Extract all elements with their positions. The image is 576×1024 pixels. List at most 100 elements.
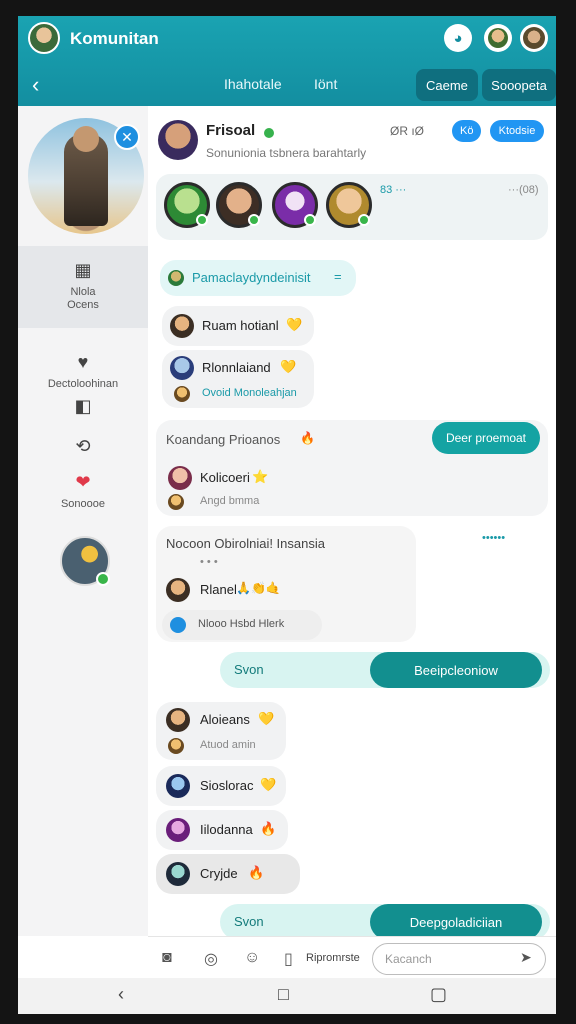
avatar	[168, 466, 192, 490]
avatar	[166, 818, 190, 842]
post-title: Nocoon Obirolniai! Insansia	[166, 536, 325, 551]
caeme-button[interactable]: Caeme	[416, 69, 478, 101]
apps-icon: ◧	[74, 396, 92, 416]
chat-subtitle: Sonunionia tsbnera barahtarly	[206, 146, 367, 160]
avatar	[168, 494, 184, 510]
heart-icon: ♥	[77, 352, 89, 372]
post-dots: • • •	[200, 556, 218, 568]
avatar	[166, 774, 190, 798]
reply-label: Svon	[234, 662, 264, 677]
message-text: Ruam hotianl	[202, 318, 279, 333]
reply-send-button[interactable]: Deepgoladiciian	[370, 904, 542, 940]
member-avatar[interactable]	[326, 182, 372, 228]
sidebar-item-label: Sonoooe	[60, 498, 106, 510]
sidebar-item-label: Nlola Ocens	[67, 286, 99, 311]
message-text: Aloieans	[200, 712, 250, 727]
tab-ihahotale[interactable]: Ihahotale	[224, 76, 282, 92]
message-text: Sioslorac	[200, 778, 254, 793]
fire-emoji: 🔥	[300, 431, 315, 445]
recents-nav-icon[interactable]: ▢	[430, 984, 447, 1005]
online-indicator	[358, 214, 370, 226]
calendar-icon: ▦	[74, 260, 92, 280]
device-frame: Komunitan ◕ ‹ Ihahotale Iönt Caeme Sooop…	[18, 16, 556, 1014]
reaction-emojis: 🙏👏🤙	[236, 581, 281, 595]
app-bar-top-row: Komunitan ◕	[18, 16, 556, 60]
post-name: Rlanel	[200, 582, 237, 597]
chat-meta: ØR ıØ	[390, 124, 425, 138]
link-icon	[170, 617, 186, 633]
send-icon[interactable]: ➤	[520, 949, 532, 966]
sticker-icon[interactable]: ◎	[204, 949, 218, 969]
sidebar-item-apps[interactable]: ◧	[18, 396, 148, 422]
chat-avatar[interactable]	[158, 120, 198, 160]
card-title: Koandang Prioanos	[166, 432, 281, 447]
message-bubble[interactable]: Iilodanna 🔥	[156, 810, 288, 850]
back-chevron-icon[interactable]: ‹	[32, 72, 39, 98]
avatar	[170, 356, 194, 380]
online-indicator	[304, 214, 316, 226]
heart-red-icon: ❤	[75, 472, 91, 492]
star-emoji: ⭐	[252, 469, 269, 484]
message-text: Cryjde	[200, 866, 238, 881]
members-meta: 83 ···	[380, 184, 407, 196]
camera-icon[interactable]: ◙	[162, 949, 172, 967]
avatar	[168, 738, 184, 754]
avatar	[166, 578, 190, 602]
message-subtext: Atuod amin	[200, 739, 256, 751]
friend-avatar-icon[interactable]	[520, 24, 548, 52]
sooopeta-button[interactable]: Sooopeta	[482, 69, 556, 101]
message-bubble[interactable]: Sioslorac 💛	[156, 766, 286, 806]
message-bubble[interactable]: Rlonnlaiand 💛 Ovoid Monoleahjan	[162, 350, 314, 408]
swap-icon: ⟲	[75, 436, 91, 456]
member-avatar[interactable]	[164, 182, 210, 228]
hero-head	[73, 126, 99, 152]
post-status: ••••••	[482, 532, 506, 544]
message-bubble[interactable]: Cryjde 🔥	[156, 854, 300, 894]
message-bubble[interactable]: Ruam hotianl 💛	[162, 306, 314, 346]
message-subtext: Ovoid Monoleahjan	[202, 387, 297, 399]
reply-bar[interactable]: Svon Beeipcleoniow	[220, 652, 550, 688]
sidebar-avatar[interactable]	[60, 536, 110, 586]
sidebar-item-label: Dectoloohinan	[47, 378, 119, 390]
chat-name: Frisoal	[206, 122, 256, 139]
heart-emoji: 💛	[260, 777, 277, 792]
composer-label: Ripromrste	[306, 952, 360, 964]
members-count: ···(08)	[508, 184, 539, 196]
card-subtext: Angd bmma	[200, 495, 260, 507]
sidebar-item-swap[interactable]: ⟲	[18, 436, 148, 462]
home-nav-icon[interactable]: □	[278, 984, 289, 1005]
badge-ktodsie[interactable]: Ktodsie	[490, 120, 544, 142]
user-avatar[interactable]	[28, 22, 60, 54]
reply-bar[interactable]: Svon Deepgoladiciian	[220, 904, 550, 940]
member-avatar[interactable]	[216, 182, 262, 228]
fire-emoji: 🔥	[260, 821, 277, 836]
app-bar-nav-row: ‹ Ihahotale Iönt Caeme Sooopeta	[18, 66, 556, 104]
reply-send-button[interactable]: Beeipcleoniow	[370, 652, 542, 688]
emoji-icon[interactable]: ☺	[244, 949, 260, 967]
sidebar-item-events[interactable]: ▦ Nlola Ocens	[18, 246, 148, 328]
online-indicator	[248, 214, 260, 226]
card-name: Kolicoeri	[200, 470, 250, 485]
link-bubble[interactable]: Nlooo Hsbd Hlerk	[162, 610, 322, 640]
back-nav-icon[interactable]: ‹	[118, 984, 124, 1005]
tab-iont[interactable]: Iönt	[314, 76, 337, 92]
ghost-icon[interactable]: ◕	[444, 24, 472, 52]
heart-emoji: 💛	[258, 711, 275, 726]
sidebar-item-sonoooe[interactable]: ❤ Sonoooe	[18, 472, 148, 510]
members-row: 83 ··· ···(08)	[156, 174, 548, 240]
message-bubble[interactable]: Aloieans 💛 Atuod amin	[156, 702, 286, 760]
mention-bubble[interactable]: Pamaclaydyndeinisit =	[160, 260, 356, 296]
group-avatar-icon[interactable]	[484, 24, 512, 52]
badge-ko[interactable]: Kö	[452, 120, 482, 142]
sidebar-item-dectoloohinan[interactable]: ♥ Dectoloohinan	[18, 352, 148, 390]
app-bar: Komunitan ◕ ‹ Ihahotale Iönt Caeme Sooop…	[18, 16, 556, 106]
composer: ◙ ◎ ☺ ▯ Ripromrste Kacanch ➤	[148, 936, 556, 982]
app-title: Komunitan	[70, 29, 159, 48]
avatar	[170, 314, 194, 338]
avatar	[174, 386, 190, 402]
member-avatar[interactable]	[272, 182, 318, 228]
attach-icon[interactable]: ▯	[284, 949, 293, 969]
deer-proemoat-button[interactable]: Deer proemoat	[432, 422, 540, 454]
online-indicator	[96, 572, 110, 586]
online-indicator	[196, 214, 208, 226]
